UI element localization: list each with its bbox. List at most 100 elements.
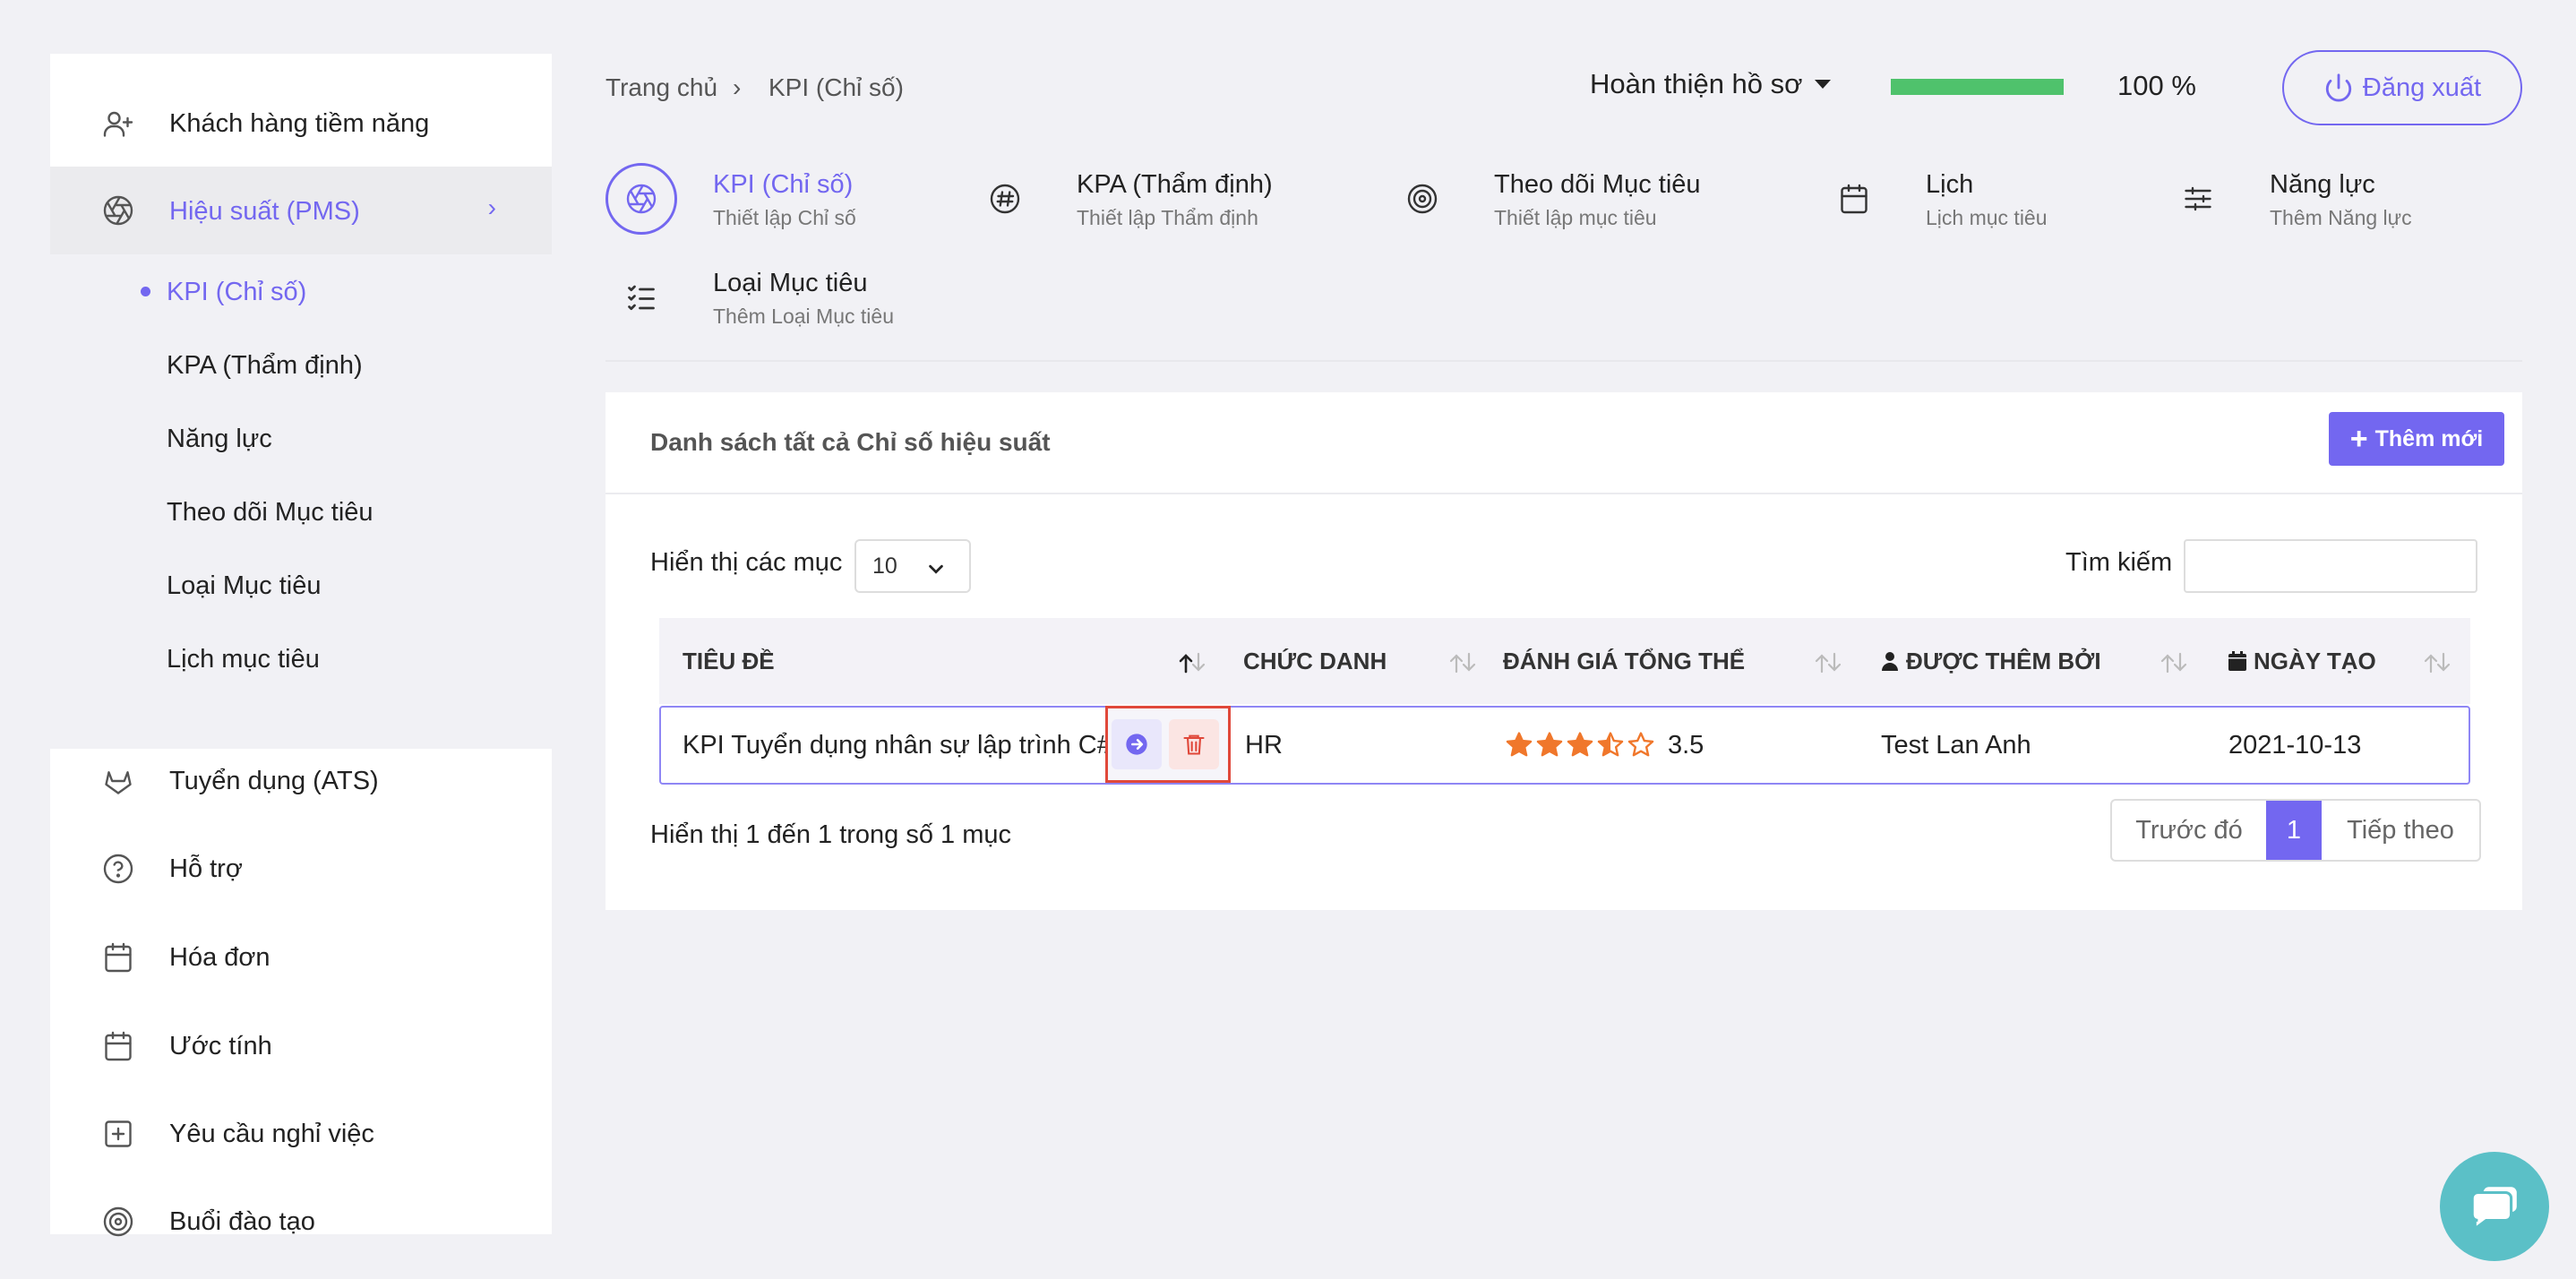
tab-subtitle: Thiết lập Chỉ số <box>713 206 856 229</box>
view-button[interactable] <box>1112 719 1162 769</box>
sort-icon[interactable] <box>1447 650 1478 675</box>
user-icon <box>1882 652 1898 671</box>
tab-title: KPA (Thẩm định) <box>1077 170 1273 199</box>
column-label: CHỨC DANH <box>1243 647 1387 674</box>
target-icon <box>102 1206 134 1238</box>
chevron-right-icon: › <box>487 193 496 221</box>
sidebar-item-label: Hỗ trợ <box>169 854 243 883</box>
sidebar-item-training[interactable]: Buổi đào tạo <box>50 1197 552 1247</box>
profile-progress-bar <box>1891 79 2064 95</box>
sidebar-item-label: Khách hàng tiềm năng <box>169 109 430 138</box>
next-page-button[interactable]: Tiếp theo <box>2322 801 2479 860</box>
chat-icon <box>2470 1187 2517 1232</box>
breadcrumb-separator: › <box>733 73 742 101</box>
cell-position: HR <box>1245 730 1283 760</box>
profile-progress-text: 100 % <box>2117 70 2196 101</box>
calendar-icon <box>2228 651 2246 671</box>
sidebar-item-label: Hóa đơn <box>169 943 270 972</box>
sidebar-item-support[interactable]: Hỗ trợ <box>50 844 552 894</box>
sidebar-item-estimate[interactable]: Ước tính <box>50 1021 552 1071</box>
active-dot-icon <box>141 287 150 296</box>
column-label: ĐÁNH GIÁ TỔNG THỂ <box>1503 647 1746 674</box>
help-circle-icon <box>102 853 134 885</box>
column-label: NGÀY TẠO <box>2254 647 2376 674</box>
sidebar: Khách hàng tiềm năng Hiệu suất (PMS) › K… <box>50 54 552 1237</box>
add-new-button[interactable]: + Thêm mới <box>2329 412 2504 466</box>
sort-icon[interactable] <box>1813 650 1843 675</box>
tab-subtitle: Thêm Loại Mục tiêu <box>713 305 894 328</box>
rating-value: 3.5 <box>1668 730 1704 760</box>
show-entries-label: Hiển thị các mục <box>650 548 843 577</box>
breadcrumb-home[interactable]: Trang chủ <box>605 73 717 102</box>
row-actions <box>1105 706 1231 783</box>
trash-icon <box>1183 734 1205 755</box>
star-rating <box>1505 731 1655 760</box>
tab-subtitle: Thêm Năng lực <box>2270 206 2412 229</box>
chat-widget-button[interactable] <box>2440 1152 2549 1261</box>
profile-completion-dropdown[interactable]: Hoàn thiện hồ sơ <box>1590 68 1832 100</box>
logout-label: Đăng xuất <box>2362 73 2482 102</box>
sidebar-item-resignation[interactable]: Yêu cầu nghỉ việc <box>50 1109 552 1159</box>
sidebar-item-leads[interactable]: Khách hàng tiềm năng <box>50 100 552 147</box>
submenu-item-kpi[interactable]: KPI (Chỉ số) <box>167 278 306 307</box>
aperture-icon[interactable] <box>605 163 677 235</box>
sort-icon[interactable] <box>2159 650 2189 675</box>
tab-title: Loại Mục tiêu <box>713 269 868 297</box>
cell-title: KPI Tuyển dụng nhân sự lập trình C# <box>683 730 1107 760</box>
column-position[interactable]: CHỨC DANH <box>1243 618 1387 704</box>
page-1-button[interactable]: 1 <box>2266 801 2322 860</box>
calendar-icon <box>102 1030 134 1062</box>
divider <box>605 360 2522 362</box>
table-info: Hiển thị 1 đến 1 trong số 1 mục <box>650 820 1012 849</box>
tab-title: Theo dõi Mục tiêu <box>1494 170 1701 199</box>
sort-asc-icon[interactable] <box>1177 650 1207 675</box>
sliders-icon <box>2182 183 2214 215</box>
arrow-right-circle-icon <box>1126 734 1147 755</box>
submenu: KPI (Chỉ số) KPA (Thẩm định) Năng lực Th… <box>50 254 552 749</box>
star-empty-icon <box>1627 732 1654 757</box>
logout-button[interactable]: Đăng xuất <box>2282 50 2522 125</box>
sidebar-item-performance[interactable]: Hiệu suất (PMS) › <box>50 167 552 254</box>
delete-button[interactable] <box>1169 719 1219 769</box>
sidebar-item-label: Hiệu suất (PMS) <box>169 197 360 226</box>
page-size-value: 10 <box>872 553 897 579</box>
star-full-icon <box>1567 732 1593 757</box>
submenu-item-goal-calendar[interactable]: Lịch mục tiêu <box>167 645 320 674</box>
star-full-icon <box>1506 732 1533 757</box>
caret-down-icon <box>1815 80 1832 89</box>
table-row[interactable]: KPI Tuyển dụng nhân sự lập trình C# HR 3… <box>659 706 2470 785</box>
list-check-icon <box>625 281 657 313</box>
card-title: Danh sách tất cả Chỉ số hiệu suất <box>650 428 1051 456</box>
column-added-by[interactable]: ĐƯỢC THÊM BỞI <box>1879 618 2101 704</box>
aperture-icon <box>102 194 134 227</box>
tab-subtitle: Lịch mục tiêu <box>1926 206 2048 229</box>
cell-added-by: Test Lan Anh <box>1881 730 2031 760</box>
hash-icon <box>989 183 1021 215</box>
previous-page-button[interactable]: Trước đó <box>2112 801 2266 860</box>
tab-subtitle: Thiết lập mục tiêu <box>1494 206 1657 229</box>
sidebar-item-label: Tuyển dụng (ATS) <box>169 767 379 795</box>
column-label: TIÊU ĐỀ <box>683 647 775 674</box>
sidebar-item-recruitment[interactable]: Tuyển dụng (ATS) <box>50 756 552 806</box>
gitlab-icon <box>102 765 134 797</box>
sort-icon[interactable] <box>2422 650 2452 675</box>
plus-icon: + <box>2349 422 2368 456</box>
submenu-item-kpa[interactable]: KPA (Thẩm định) <box>167 351 363 381</box>
page-size-select[interactable]: 10 <box>854 539 971 593</box>
pagination: Trước đó 1 Tiếp theo <box>2110 799 2481 862</box>
cell-created-date: 2021-10-13 <box>2228 730 2362 760</box>
tab-subtitle: Thiết lập Thẩm định <box>1077 206 1258 229</box>
calendar-icon <box>1838 183 1870 215</box>
profile-progress-fill <box>1891 79 2064 95</box>
search-label: Tìm kiếm <box>2065 548 2173 577</box>
sidebar-item-invoice[interactable]: Hóa đơn <box>50 932 552 983</box>
star-half-icon <box>1597 732 1624 757</box>
column-overall-rating[interactable]: ĐÁNH GIÁ TỔNG THỂ <box>1503 618 1745 704</box>
search-input[interactable] <box>2184 539 2477 593</box>
column-created-date[interactable]: NGÀY TẠO <box>2227 618 2376 704</box>
submenu-item-competency[interactable]: Năng lực <box>167 425 272 454</box>
submenu-item-goal-type[interactable]: Loại Mục tiêu <box>167 571 322 601</box>
submenu-item-goal-tracking[interactable]: Theo dõi Mục tiêu <box>167 498 374 528</box>
column-title[interactable]: TIÊU ĐỀ <box>683 618 775 704</box>
star-full-icon <box>1536 732 1563 757</box>
